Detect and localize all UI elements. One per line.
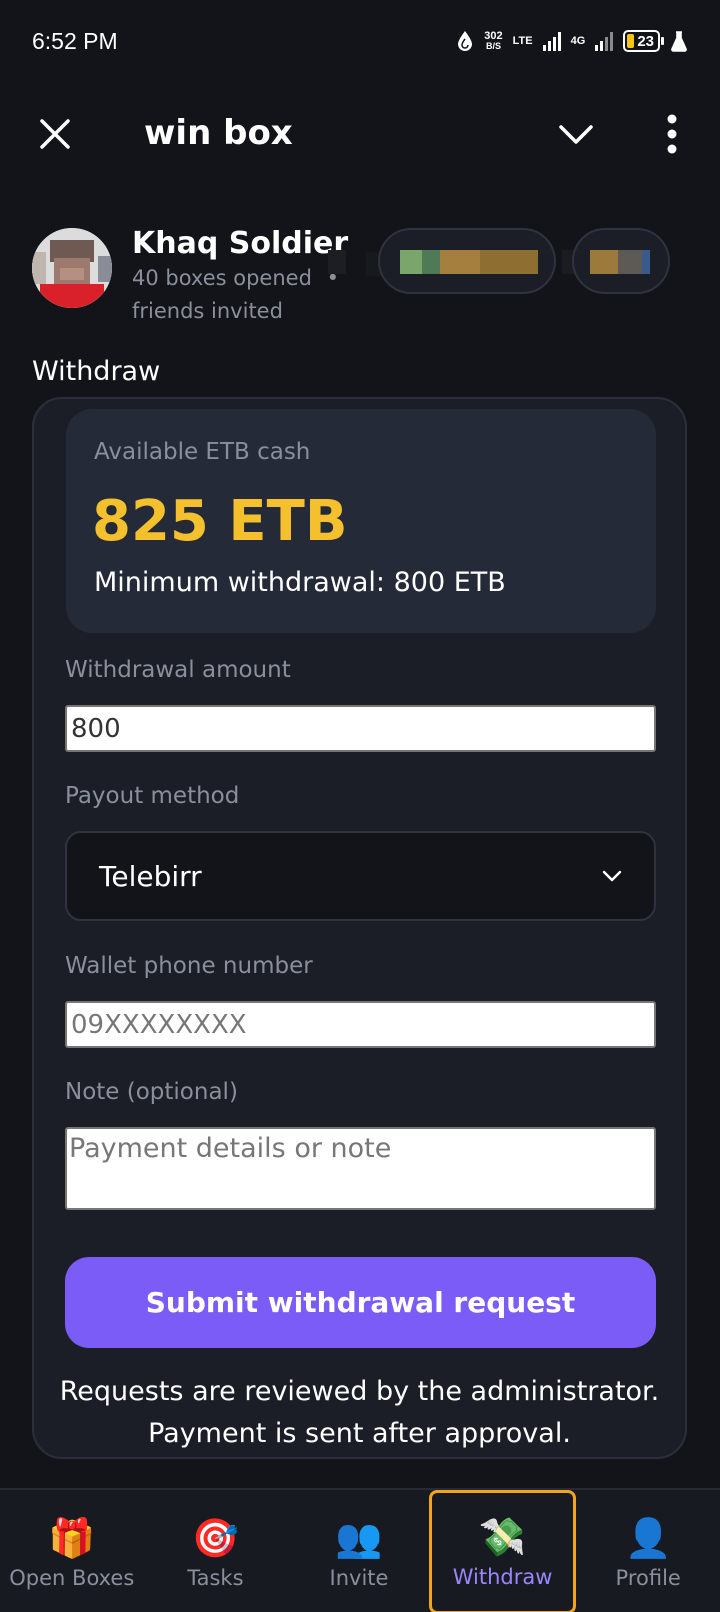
amount-input[interactable] xyxy=(65,705,656,752)
submit-withdrawal-button[interactable]: Submit withdrawal request xyxy=(65,1257,656,1348)
review-note-line1: Requests are reviewed by the administrat… xyxy=(59,1376,660,1407)
nav-label: Invite xyxy=(329,1566,389,1590)
friends-invited: friends invited xyxy=(132,299,283,323)
status-time: 6:52 PM xyxy=(32,27,118,54)
profile-name: Khaq Soldier xyxy=(132,226,349,261)
target-icon: 🎯 xyxy=(191,1516,240,1560)
payout-label: Payout method xyxy=(65,783,240,809)
withdraw-card: Available ETB cash 825 ETB Minimum withd… xyxy=(32,397,687,1459)
nav-item-invite[interactable]: 👥 Invite xyxy=(287,1490,431,1612)
status-bar: 6:52 PM 302 B/S LTE 4G 23 xyxy=(0,0,720,82)
nav-item-withdraw[interactable]: 💸 Withdraw xyxy=(428,1490,577,1612)
people-icon: 👥 xyxy=(335,1516,383,1560)
avatar[interactable] xyxy=(32,228,112,308)
signal-icon xyxy=(542,31,561,51)
boxes-opened: 40 boxes opened xyxy=(132,266,312,290)
balance-label: Available ETB cash xyxy=(94,439,311,465)
profile-stats: 40 boxes opened • friends invited xyxy=(132,262,342,328)
balance-box: Available ETB cash 825 ETB Minimum withd… xyxy=(66,409,656,633)
nav-label: Profile xyxy=(615,1566,681,1590)
money-wings-icon: 💸 xyxy=(478,1515,527,1559)
nav-label: Tasks xyxy=(187,1566,244,1590)
person-icon: 👤 xyxy=(624,1516,672,1560)
note-label: Note (optional) xyxy=(65,1079,238,1105)
4g-indicator: 4G xyxy=(570,35,586,47)
note-textarea[interactable] xyxy=(65,1127,656,1210)
chevron-down-icon xyxy=(602,870,622,882)
balance-value: 825 ETB xyxy=(92,489,348,554)
chevron-down-icon[interactable] xyxy=(556,117,596,151)
gift-icon: 🎁 xyxy=(48,1516,96,1560)
status-icons: 302 B/S LTE 4G 23 xyxy=(456,30,688,52)
data-saver-icon xyxy=(458,31,473,51)
close-icon[interactable] xyxy=(36,115,74,153)
app-header: win box xyxy=(0,95,720,175)
battery-icon: 23 xyxy=(623,30,664,52)
amount-label: Withdrawal amount xyxy=(65,657,291,683)
redacted-block xyxy=(328,250,346,274)
minimum-withdrawal: Minimum withdrawal: 800 ETB xyxy=(94,567,506,598)
bottom-nav: 🎁 Open Boxes 🎯 Tasks 👥 Invite 💸 Withdraw… xyxy=(0,1488,720,1612)
nav-item-tasks[interactable]: 🎯 Tasks xyxy=(144,1490,288,1612)
nav-item-open-boxes[interactable]: 🎁 Open Boxes xyxy=(0,1490,144,1612)
nav-item-profile[interactable]: 👤 Profile xyxy=(576,1490,720,1612)
review-note-line2: Payment is sent after approval. xyxy=(148,1418,571,1449)
wallet-phone-input[interactable] xyxy=(65,1001,656,1048)
net-speed: 302 B/S xyxy=(484,30,503,52)
flask-icon xyxy=(671,31,687,52)
section-title: Withdraw xyxy=(32,356,161,387)
signal-icon-2 xyxy=(595,31,614,51)
payout-method-value: Telebirr xyxy=(99,859,202,893)
app-title: win box xyxy=(144,113,293,153)
more-vert-icon[interactable] xyxy=(660,113,684,155)
profile-row: Khaq Soldier 40 boxes opened • friends i… xyxy=(32,226,692,326)
review-note: Requests are reviewed by the administrat… xyxy=(34,1371,685,1455)
balance-pill[interactable] xyxy=(378,228,556,294)
nav-label: Withdraw xyxy=(452,1565,553,1589)
nav-label: Open Boxes xyxy=(9,1566,135,1590)
payout-method-select[interactable]: Telebirr xyxy=(65,831,656,921)
lte-indicator: LTE xyxy=(512,35,533,47)
phone-label: Wallet phone number xyxy=(65,953,313,979)
coins-pill[interactable] xyxy=(572,228,670,294)
